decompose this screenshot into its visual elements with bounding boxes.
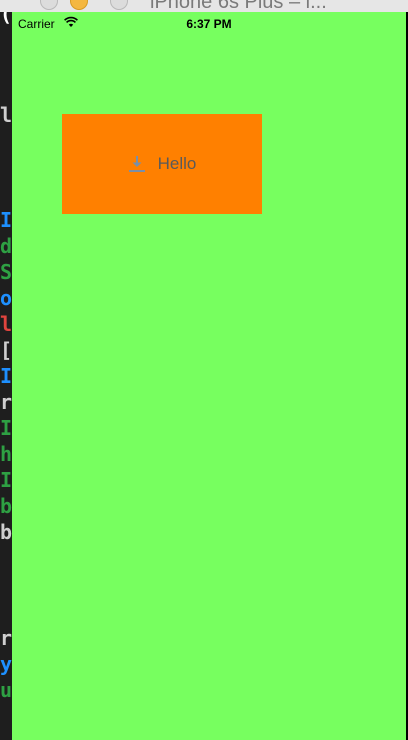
- terminal-line: S: [0, 260, 12, 284]
- terminal-line: r: [0, 626, 12, 650]
- terminal-line: I: [0, 416, 12, 440]
- terminal-line: I: [0, 468, 12, 492]
- terminal-line: b: [0, 520, 12, 544]
- simulator-titlebar: iPhone 6s Plus – i...: [0, 0, 408, 12]
- hello-button[interactable]: Hello: [62, 114, 262, 214]
- window-close-control[interactable]: [40, 0, 58, 10]
- window-zoom-control[interactable]: [110, 0, 128, 10]
- terminal-line: l: [0, 103, 12, 127]
- terminal-line: h: [0, 442, 12, 466]
- terminal-line: l: [0, 312, 12, 336]
- window-minimize-control[interactable]: [70, 0, 88, 10]
- terminal-line: [: [0, 338, 12, 362]
- terminal-line: I: [0, 364, 12, 388]
- hello-button-label: Hello: [157, 154, 197, 173]
- terminal-line: I: [0, 208, 12, 232]
- terminal-line: y: [0, 652, 12, 676]
- status-bar: Carrier 6:37 PM: [12, 12, 406, 32]
- status-time: 6:37 PM: [186, 17, 232, 31]
- terminal-line: o: [0, 286, 12, 310]
- terminal-line: u: [0, 678, 12, 702]
- terminal-line: r: [0, 390, 12, 414]
- download-icon: [128, 156, 145, 172]
- background-terminal: (l Id So l[Ir Ih Ib b r y u: [0, 0, 12, 740]
- window-title: iPhone 6s Plus – i...: [150, 0, 327, 12]
- terminal-line: b: [0, 494, 12, 518]
- iphone-screen: Carrier 6:37 PM Hello: [12, 12, 406, 740]
- terminal-line: d: [0, 234, 12, 258]
